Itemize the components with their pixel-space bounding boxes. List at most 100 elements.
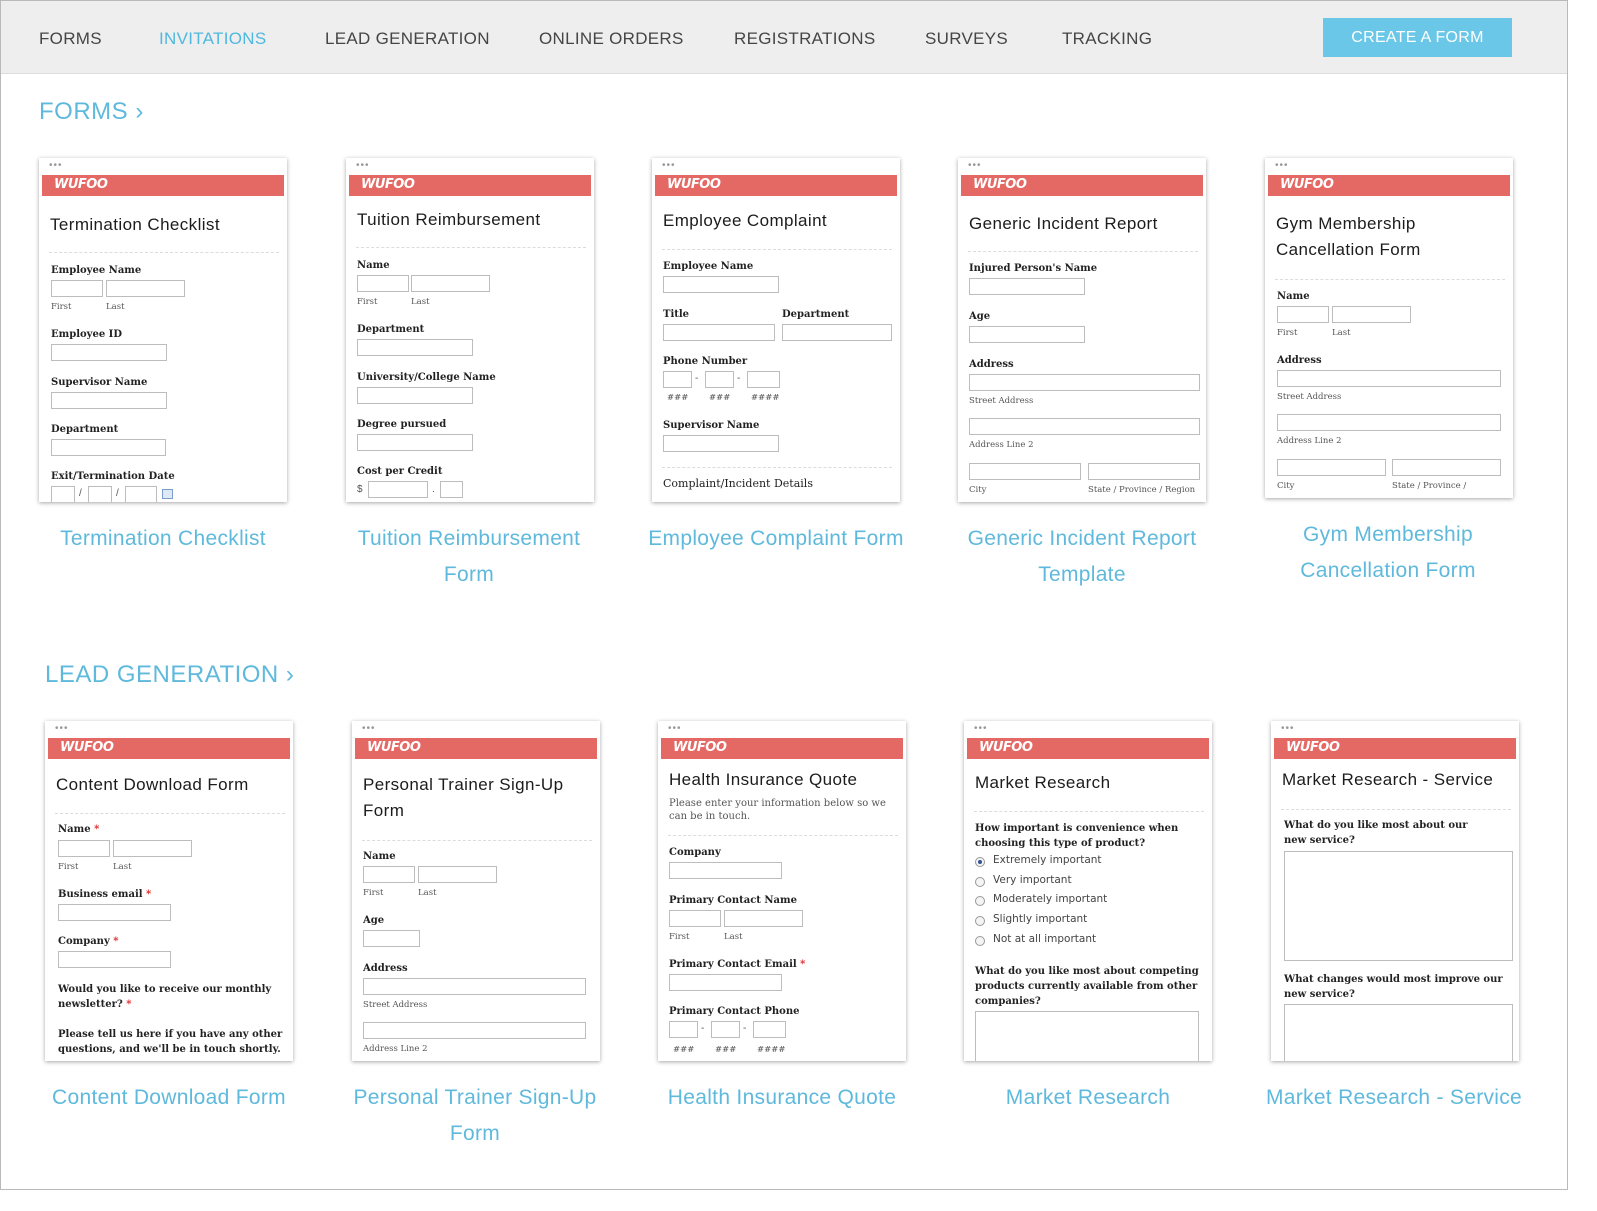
sublabel: Address Line 2	[969, 440, 1034, 450]
text-input	[663, 324, 775, 341]
template-thumbnail-termination-checklist[interactable]: ••• WUFOO Termination Checklist Employee…	[39, 158, 287, 502]
cents-input	[440, 481, 463, 498]
wufoo-logo: WUFOO	[667, 177, 721, 192]
phone-prefix-input	[711, 1021, 740, 1038]
sublabel: First	[51, 302, 72, 312]
sublabel: ###	[709, 393, 731, 403]
field-label: Primary Contact Email *	[669, 959, 806, 970]
first-name-input	[51, 280, 103, 297]
date-year-input	[125, 486, 157, 502]
template-thumbnail-gym-membership[interactable]: ••• WUFOO Gym Membership Cancellation Fo…	[1265, 158, 1513, 498]
sublabel: City	[1277, 481, 1295, 491]
template-thumbnail-generic-incident-report[interactable]: ••• WUFOO Generic Incident Report Injure…	[958, 158, 1206, 502]
thumb-form-title: Termination Checklist	[50, 215, 220, 234]
wufoo-header-bar: WUFOO	[42, 175, 284, 196]
thumb-form-title: Market Research - Service	[1282, 770, 1494, 789]
nav-tab-registrations[interactable]: REGISTRATIONS	[734, 29, 876, 49]
create-form-button[interactable]: CREATE A FORM	[1323, 18, 1512, 57]
field-label: Company *	[58, 936, 119, 947]
template-link-personal-trainer[interactable]: Personal Trainer Sign-Up Form	[345, 1080, 605, 1152]
drag-handle-icon: •••	[668, 723, 682, 734]
template-link-health-insurance[interactable]: Health Insurance Quote	[652, 1080, 912, 1116]
divider	[662, 249, 892, 250]
radio-button	[975, 916, 985, 926]
thumb-form-title: Tuition Reimbursement	[357, 210, 541, 229]
nav-tab-invitations[interactable]: INVITATIONS	[159, 29, 267, 49]
field-label: Injured Person's Name	[969, 263, 1098, 274]
drag-handle-icon: •••	[356, 160, 370, 171]
sublabel: Last	[724, 932, 743, 942]
nav-tab-forms[interactable]: FORMS	[39, 29, 102, 49]
wufoo-header-bar: WUFOO	[349, 175, 591, 196]
divider	[1281, 809, 1511, 810]
state-input	[1088, 463, 1200, 480]
template-link-generic-incident-report[interactable]: Generic Incident Report Template	[952, 521, 1212, 593]
field-label: Age	[969, 311, 991, 322]
text-input	[357, 387, 473, 404]
drag-handle-icon: •••	[55, 723, 69, 734]
drag-handle-icon: •••	[49, 160, 63, 171]
template-link-termination-checklist[interactable]: Termination Checklist	[33, 521, 293, 557]
phone-line-input	[747, 371, 780, 388]
field-label: Would you like to receive our monthly ne…	[58, 984, 272, 1010]
template-thumbnail-health-insurance[interactable]: ••• WUFOO Health Insurance Quote Please …	[658, 721, 906, 1061]
divider	[668, 835, 898, 836]
radio-button	[975, 877, 985, 887]
nav-tab-lead-generation[interactable]: LEAD GENERATION	[325, 29, 490, 49]
template-link-market-research[interactable]: Market Research	[958, 1080, 1218, 1116]
template-thumbnail-tuition-reimbursement[interactable]: ••• WUFOO Tuition Reimbursement Name Fir…	[346, 158, 594, 502]
section-title-lead-generation[interactable]: LEAD GENERATION ›	[45, 661, 294, 689]
nav-tab-surveys[interactable]: SURVEYS	[925, 29, 1008, 49]
nav-tab-online-orders[interactable]: ONLINE ORDERS	[539, 29, 684, 49]
sublabel: Address Line 2	[363, 1044, 428, 1054]
template-thumbnail-content-download[interactable]: ••• WUFOO Content Download Form Name * F…	[45, 721, 293, 1061]
field-label: Phone Number	[663, 356, 748, 367]
phone-area-input	[663, 371, 692, 388]
thumb-form-title: Employee Complaint	[663, 211, 828, 230]
last-name-input	[411, 275, 490, 292]
amount-input	[368, 481, 428, 498]
phone-prefix-input	[705, 371, 734, 388]
section-title-forms[interactable]: FORMS ›	[39, 98, 144, 126]
category-nav: FORMS INVITATIONS LEAD GENERATION ONLINE…	[1, 1, 1567, 74]
template-thumbnail-personal-trainer[interactable]: ••• WUFOO Personal Trainer Sign-Up Form …	[352, 721, 600, 1061]
field-label: Address	[1277, 355, 1322, 366]
divider	[1275, 279, 1505, 280]
divider	[662, 467, 892, 468]
date-day-input	[88, 486, 112, 502]
template-thumbnail-employee-complaint[interactable]: ••• WUFOO Employee Complaint Employee Na…	[652, 158, 900, 502]
drag-handle-icon: •••	[1281, 723, 1295, 734]
sublabel: First	[1277, 328, 1298, 338]
sublabel: Last	[113, 862, 132, 872]
nav-tab-tracking[interactable]: TRACKING	[1062, 29, 1152, 49]
text-input	[58, 951, 171, 968]
radio-option-label: Moderately important	[993, 893, 1108, 905]
template-link-tuition-reimbursement[interactable]: Tuition Reimbursement Form	[339, 521, 599, 593]
last-name-input	[418, 866, 497, 883]
thumb-form-title: Content Download Form	[56, 775, 249, 794]
template-link-content-download[interactable]: Content Download Form	[39, 1080, 299, 1116]
street-input	[969, 374, 1200, 391]
field-label: Business email *	[58, 889, 152, 900]
wufoo-header-bar: WUFOO	[48, 738, 290, 759]
wufoo-logo: WUFOO	[1280, 177, 1334, 192]
template-link-gym-membership[interactable]: Gym Membership Cancellation Form	[1258, 517, 1518, 589]
template-link-employee-complaint[interactable]: Employee Complaint Form	[646, 521, 906, 557]
question-label: What do you like most about competing pr…	[975, 966, 1199, 1007]
email-input	[669, 974, 782, 991]
text-input	[969, 326, 1085, 343]
radio-option-label: Very important	[993, 874, 1072, 886]
drag-handle-icon: •••	[1275, 160, 1289, 171]
last-name-input	[106, 280, 185, 297]
divider	[968, 251, 1198, 252]
first-name-input	[58, 840, 110, 857]
wufoo-logo: WUFOO	[979, 740, 1033, 755]
template-thumbnail-market-research[interactable]: ••• WUFOO Market Research How important …	[964, 721, 1212, 1061]
field-label: Employee Name	[663, 261, 754, 272]
separator: /	[79, 488, 82, 499]
template-thumbnail-market-research-service[interactable]: ••• WUFOO Market Research - Service What…	[1271, 721, 1519, 1061]
field-label: Degree pursued	[357, 419, 447, 430]
wufoo-logo: WUFOO	[60, 740, 114, 755]
field-label: Address	[363, 963, 408, 974]
template-link-market-research-service[interactable]: Market Research - Service	[1264, 1080, 1524, 1116]
